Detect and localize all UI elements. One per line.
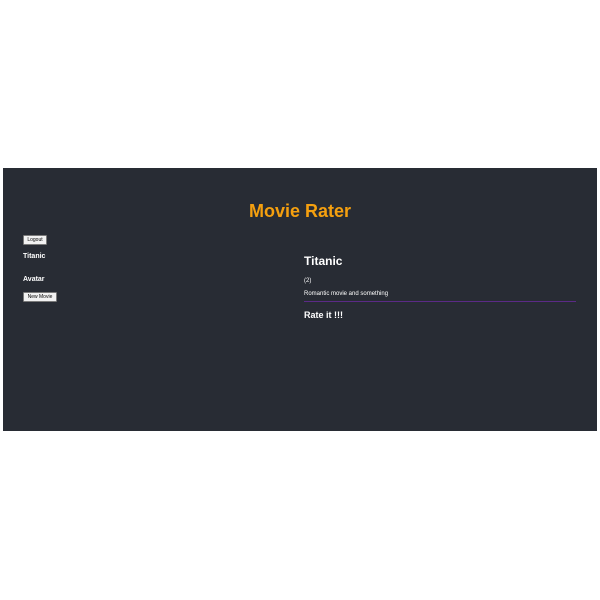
details-divider <box>304 301 576 302</box>
movie-description: Romantic movie and something <box>304 291 389 297</box>
movie-details-title: Titanic <box>304 254 343 268</box>
movie-details-panel: Titanic (2) Romantic movie and something… <box>304 254 576 321</box>
logout-button[interactable]: Logout <box>23 235 47 245</box>
movie-list-item-titanic[interactable]: Titanic <box>23 253 45 276</box>
movie-rating-count: (2) <box>304 278 312 284</box>
app-container: Movie Rater Logout Titanic Avatar New Mo… <box>3 168 597 431</box>
rate-it-heading: Rate it !!! <box>304 310 343 320</box>
new-movie-button[interactable]: New Movie <box>23 292 57 302</box>
app-title: Movie Rater <box>248 201 352 221</box>
